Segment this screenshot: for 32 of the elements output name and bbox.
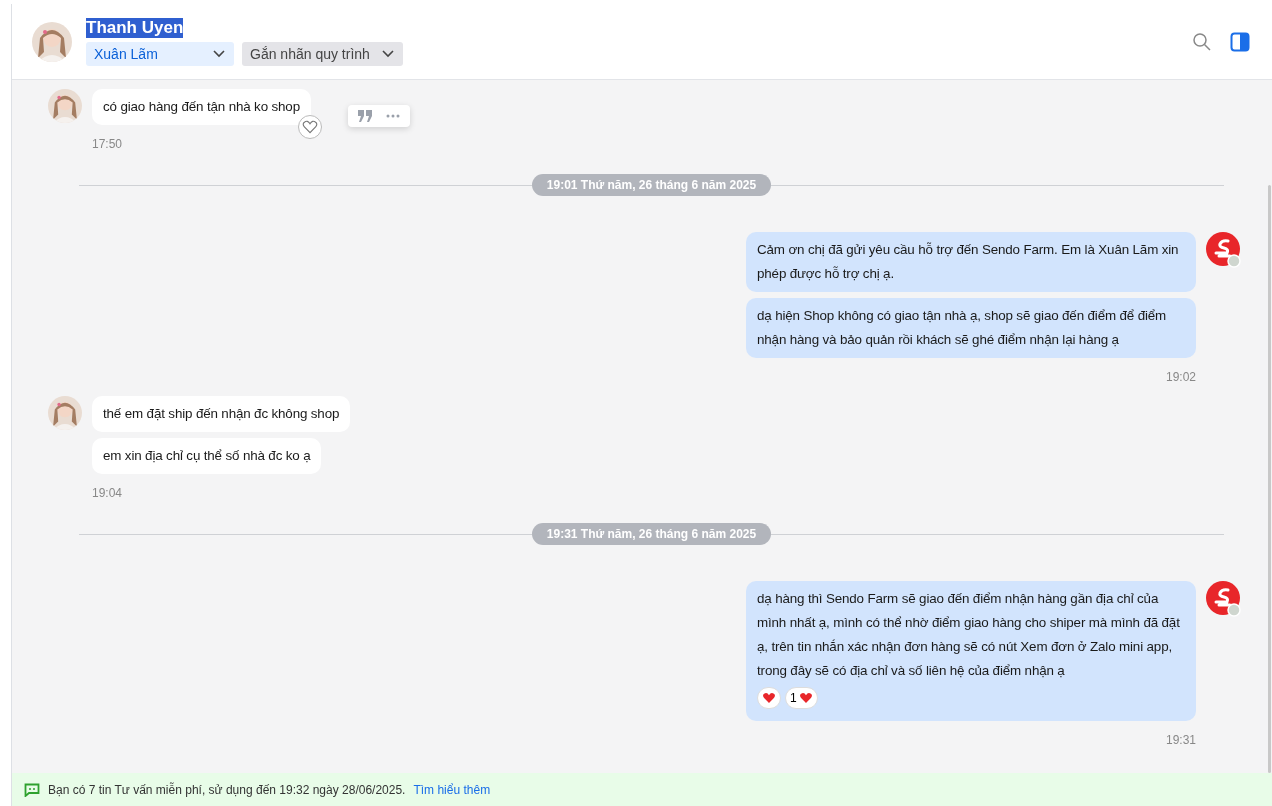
message-bubble: dạ hàng thì Sendo Farm sẽ giao đến điểm nhận hàng gần địa chỉ của mình nhất ạ, mình có thể nhờ điểm giao hàng cho shiper mà mình đã đặt ạ, trên tin nhắn xác nhận đơn hàng sẽ có nút Xem đơn ở Zalo mini app, trong đây sẽ có địa chỉ và số liên hệ của điểm nhận ạ 1 bbox=[746, 581, 1196, 721]
quote-icon[interactable] bbox=[358, 110, 372, 122]
message-time: 19:04 bbox=[92, 486, 123, 500]
message-bubble: có giao hàng đến tận nhà ko shop bbox=[92, 89, 311, 125]
react-button[interactable] bbox=[757, 687, 781, 709]
date-divider: 19:01 Thứ năm, 26 tháng 6 năm 2025 bbox=[531, 174, 772, 196]
date-divider: 19:31 Thứ năm, 26 tháng 6 năm 2025 bbox=[531, 523, 772, 545]
message-bubble: Cảm ơn chị đã gửi yêu cầu hỗ trợ đến Sendo Farm. Em là Xuân Lãm xin phép được hỗ trợ chị ạ. bbox=[746, 232, 1196, 292]
message-time: 19:02 bbox=[1165, 370, 1196, 384]
search-icon bbox=[1192, 31, 1212, 52]
message-bubble: em xin địa chỉ cụ thể số nhà đc ko ạ bbox=[92, 438, 322, 474]
heart-icon bbox=[798, 691, 813, 705]
heart-icon bbox=[762, 691, 776, 705]
reaction-count[interactable]: 1 bbox=[785, 687, 818, 709]
heart-outline-icon bbox=[302, 119, 318, 135]
chat-icon bbox=[24, 782, 40, 797]
assignee-dropdown[interactable]: Xuân Lãm bbox=[86, 41, 234, 66]
message-time: 17:50 bbox=[92, 137, 123, 151]
like-button[interactable] bbox=[298, 115, 322, 139]
message-time: 19:31 bbox=[1165, 733, 1196, 747]
side-panel-icon bbox=[1230, 31, 1250, 52]
logo-avatar-icon bbox=[1206, 581, 1242, 617]
chevron-down-icon bbox=[212, 48, 226, 59]
message-bubble: thế em đặt ship đến nhận đc không shop bbox=[92, 396, 351, 432]
logo-avatar-icon bbox=[1206, 232, 1242, 268]
contact-name: Thanh Uyen bbox=[86, 17, 184, 38]
chevron-down-icon bbox=[381, 48, 395, 59]
banner-text: Bạn có 7 tin Tư vấn miễn phí, sử dụng đến 19:32 ngày 28/06/2025. bbox=[48, 782, 406, 797]
learn-more-link[interactable]: Tìm hiểu thêm bbox=[413, 782, 491, 797]
message-bubble: dạ hiện Shop không có giao tận nhà ạ, shop sẽ giao đến điểm để điểm nhận hàng và bảo quản rồi khách sẽ ghé điểm nhận lại hàng ạ bbox=[746, 298, 1196, 358]
label-dropdown[interactable]: Gắn nhãn quy trình bbox=[242, 41, 403, 66]
more-icon[interactable] bbox=[386, 114, 400, 118]
